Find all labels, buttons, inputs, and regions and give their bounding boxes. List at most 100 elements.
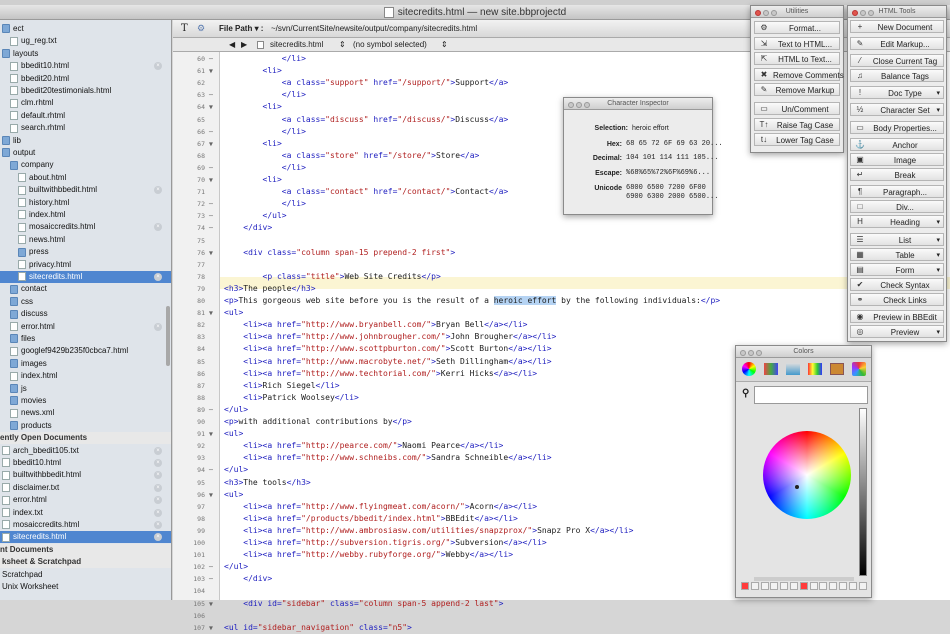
sidebar-item[interactable]: files xyxy=(0,333,171,345)
sidebar-item[interactable]: press xyxy=(0,246,171,258)
utilities-titlebar[interactable]: Utilities xyxy=(751,6,843,18)
character-inspector-titlebar[interactable]: Character Inspector xyxy=(564,98,712,110)
preview-bbedit-button[interactable]: ◉ Preview in BBEdit xyxy=(850,310,944,323)
code-line[interactable]: </ul> xyxy=(224,404,248,416)
color-swatch[interactable] xyxy=(799,582,808,590)
colors-titlebar[interactable]: Colors xyxy=(736,346,871,358)
code-line[interactable]: <li> xyxy=(224,65,282,77)
character-set-button[interactable]: ½ Character Set ▾ xyxy=(850,103,944,116)
code-line[interactable]: <li><a href="http://pearce.com/">Naomi P… xyxy=(224,440,503,452)
html-to-text-button[interactable]: ⇱ HTML to Text... xyxy=(754,52,840,65)
code-line[interactable]: <li><a href="http://www.techtorial.com/"… xyxy=(224,368,537,380)
close-icon[interactable] xyxy=(852,10,858,16)
sidebar-item[interactable]: history.html xyxy=(0,197,171,209)
doc-type-button[interactable]: ! Doc Type ▾ xyxy=(850,86,944,99)
uncomment-button[interactable]: ▭ Un/Comment xyxy=(754,102,840,115)
sidebar-item[interactable]: css xyxy=(0,296,171,308)
sidebar-item[interactable]: products xyxy=(0,420,171,432)
fold-arrow-icon[interactable]: ▼ xyxy=(209,307,217,319)
code-line[interactable]: </li> xyxy=(224,53,306,65)
zoom-icon[interactable] xyxy=(868,10,874,16)
close-icon[interactable]: × xyxy=(154,459,162,467)
code-line[interactable]: <li><a href="http://www.ambrosiasw.com/u… xyxy=(224,525,633,537)
magnifier-icon[interactable]: ⚲ xyxy=(742,388,749,399)
open-document-item[interactable]: disclaimer.txt × xyxy=(0,482,171,494)
sidebar-item[interactable]: discuss xyxy=(0,308,171,320)
code-line[interactable]: <li><a href="http://subversion.tigris.or… xyxy=(224,537,546,549)
sidebar-item[interactable]: search.rhtml xyxy=(0,122,171,134)
fold-arrow-icon[interactable]: ▼ xyxy=(209,101,217,113)
gear-button[interactable]: ⚙ Format... xyxy=(754,21,840,34)
document-selector[interactable]: sitecredits.html xyxy=(270,38,323,52)
code-line[interactable]: <ul id="sidebar_navigation" class="n5"> xyxy=(224,622,412,634)
sidebar-item[interactable]: news.xml xyxy=(0,407,171,419)
file-path-label[interactable]: File Path ▾ : xyxy=(219,24,263,33)
color-swatch[interactable] xyxy=(750,582,759,590)
remove-markup-button[interactable]: ✎ Remove Markup xyxy=(754,83,840,96)
back-arrow-icon[interactable]: ◀ xyxy=(229,38,235,52)
fold-arrow-icon[interactable]: ▼ xyxy=(209,174,217,186)
code-line[interactable]: <li> xyxy=(224,101,282,113)
fold-arrow-icon[interactable]: ▼ xyxy=(209,65,217,77)
code-line[interactable]: </li> xyxy=(224,126,306,138)
code-line[interactable]: </ul> xyxy=(224,464,248,476)
color-swatch[interactable] xyxy=(858,582,867,590)
color-swatch[interactable] xyxy=(848,582,857,590)
color-wheel-mode-icon[interactable] xyxy=(742,362,756,376)
color-swatch[interactable] xyxy=(770,582,779,590)
sidebar-item[interactable]: contact xyxy=(0,283,171,295)
code-line[interactable]: <li><a href="http://www.scottpburton.com… xyxy=(224,343,551,355)
sidebar-item[interactable]: privacy.html xyxy=(0,259,171,271)
sidebar-item[interactable]: images xyxy=(0,358,171,370)
check-syntax-button[interactable]: ✔ Check Syntax xyxy=(850,278,944,291)
body-properties-button[interactable]: ▭ Body Properties... xyxy=(850,121,944,134)
code-line[interactable]: <li><a href="http://www.schneibs.com/">S… xyxy=(224,452,551,464)
color-swatch[interactable] xyxy=(760,582,769,590)
code-line[interactable]: <div class="column span-15 prepend-2 fir… xyxy=(224,247,455,259)
table-button[interactable]: ▦ Table ▾ xyxy=(850,248,944,261)
close-icon[interactable] xyxy=(568,102,574,108)
color-search-field[interactable] xyxy=(754,386,868,404)
div-button[interactable]: □ Div... xyxy=(850,200,944,213)
open-document-item[interactable]: bbedit10.html × xyxy=(0,457,171,469)
code-line[interactable]: <li>Rich Siegel</li> xyxy=(224,380,339,392)
worksheet-item[interactable]: Unix Worksheet xyxy=(0,581,171,593)
minimize-icon[interactable] xyxy=(860,10,866,16)
forward-arrow-icon[interactable]: ▶ xyxy=(241,38,247,52)
code-line[interactable]: <a class="contact" href="/contact/">Cont… xyxy=(224,186,508,198)
raise-case-button[interactable]: T↑ Raise Tag Case xyxy=(754,118,840,131)
document-selector-arrows-icon[interactable]: ⇕ xyxy=(339,38,346,52)
new-document-button[interactable]: + New Document xyxy=(850,20,944,33)
code-line[interactable]: <a class="discuss" href="/discuss/">Disc… xyxy=(224,114,508,126)
sidebar-item[interactable]: layouts xyxy=(0,48,171,60)
lower-case-button[interactable]: t↓ Lower Tag Case xyxy=(754,133,840,146)
fold-arrow-icon[interactable]: ▼ xyxy=(209,138,217,150)
sidebar-item[interactable]: output xyxy=(0,147,171,159)
sidebar-item[interactable]: ect xyxy=(0,23,171,35)
code-line[interactable]: <ul> xyxy=(224,307,243,319)
sidebar-item[interactable]: builtwithbbedit.html × xyxy=(0,184,171,196)
sidebar-item[interactable]: bbedit10.html × xyxy=(0,60,171,72)
color-swatch[interactable] xyxy=(780,582,789,590)
image-button[interactable]: ▣ Image xyxy=(850,153,944,166)
code-line[interactable]: </li> xyxy=(224,162,306,174)
sidebar-item[interactable]: movies xyxy=(0,395,171,407)
color-swatch[interactable] xyxy=(819,582,828,590)
sidebar-item[interactable]: mosaiccredits.html × xyxy=(0,221,171,233)
code-line[interactable]: <h3>The tools</h3> xyxy=(224,477,311,489)
close-icon[interactable]: × xyxy=(154,508,162,517)
code-line[interactable]: <li><a href="/products/bbedit/index.html… xyxy=(224,513,518,525)
sidebar-item[interactable]: bbedit20testimonials.html xyxy=(0,85,171,97)
sidebar-item[interactable]: js xyxy=(0,383,171,395)
code-line[interactable]: <li><a href="http://www.flyingmeat.com/a… xyxy=(224,501,537,513)
color-swatch[interactable] xyxy=(809,582,818,590)
code-line[interactable]: <a class="store" href="/store/">Store</a… xyxy=(224,150,480,162)
zoom-icon[interactable] xyxy=(771,10,777,16)
check-links-button[interactable]: ⚭ Check Links xyxy=(850,293,944,306)
paragraph-button[interactable]: ¶ Paragraph... xyxy=(850,185,944,198)
code-line[interactable]: </div> xyxy=(224,573,272,585)
close-icon[interactable]: × xyxy=(154,533,162,542)
window-controls[interactable] xyxy=(755,9,779,21)
sidebar-item[interactable]: bbedit20.html xyxy=(0,73,171,85)
preview-button[interactable]: ◎ Preview ▾ xyxy=(850,325,944,338)
